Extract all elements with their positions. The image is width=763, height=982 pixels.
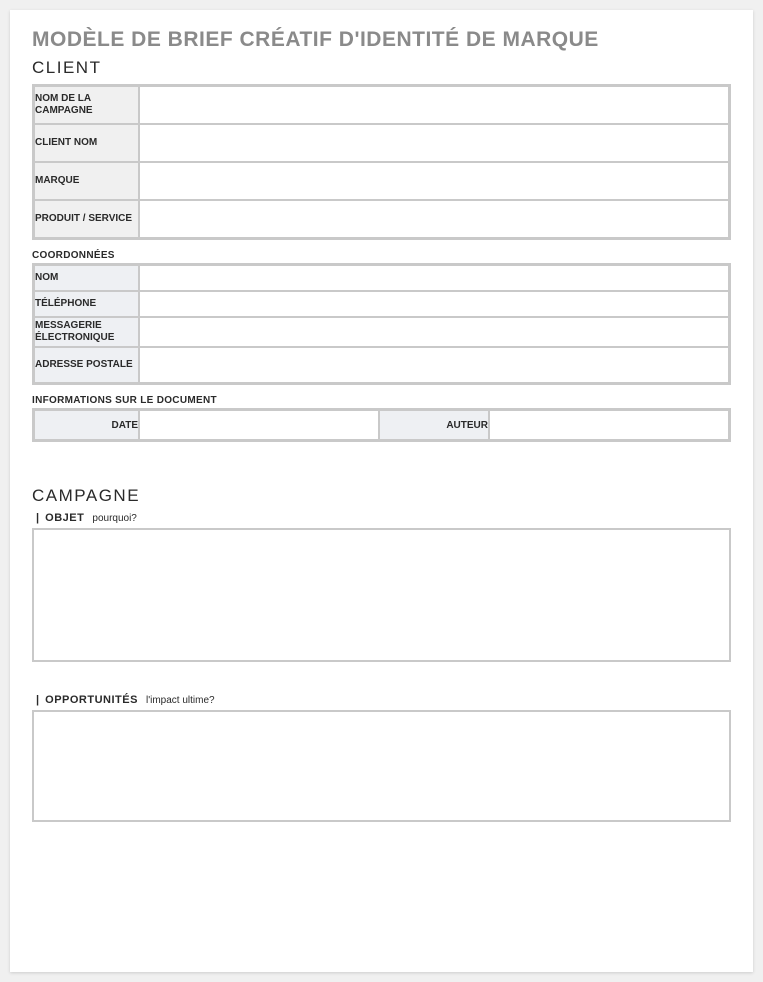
object-prompt: | OBJET pourquoi? (32, 512, 731, 524)
contact-postal-input[interactable] (140, 348, 728, 382)
prompt-bar: | (36, 512, 39, 524)
opportunities-prompt: | OPPORTUNITÉS l'impact ultime? (32, 694, 731, 706)
object-textarea[interactable] (34, 530, 729, 660)
object-hint: pourquoi? (92, 513, 136, 524)
contact-email-label: MESSAGERIE ÉLECTRONIQUE (34, 317, 139, 347)
contact-name-input[interactable] (140, 266, 728, 290)
contact-phone-label: TÉLÉPHONE (34, 291, 139, 317)
docinfo-section-title: INFORMATIONS SUR LE DOCUMENT (32, 395, 731, 406)
document-page: MODÈLE DE BRIEF CRÉATIF D'IDENTITÉ DE MA… (10, 10, 753, 972)
prompt-bar: | (36, 694, 39, 706)
contact-phone-input[interactable] (140, 292, 728, 316)
product-service-label: PRODUIT / SERVICE (34, 200, 139, 238)
table-row: CLIENT NOM (34, 124, 729, 162)
object-label: OBJET (45, 512, 84, 524)
table-row: DATE AUTEUR (34, 410, 729, 440)
product-service-input[interactable] (140, 201, 728, 237)
contact-postal-label: ADRESSE POSTALE (34, 347, 139, 383)
client-name-label: CLIENT NOM (34, 124, 139, 162)
table-row: TÉLÉPHONE (34, 291, 729, 317)
contact-section-title: COORDONNÉES (32, 250, 731, 261)
opportunities-hint: l'impact ultime? (146, 695, 215, 706)
opportunities-box (32, 710, 731, 822)
section-campaign-title: CAMPAGNE (32, 486, 731, 506)
table-row: MESSAGERIE ÉLECTRONIQUE (34, 317, 729, 347)
table-row: MARQUE (34, 162, 729, 200)
object-box (32, 528, 731, 662)
campaign-name-label: NOM DE LA CAMPAGNE (34, 86, 139, 124)
date-input[interactable] (140, 411, 378, 439)
docinfo-table: DATE AUTEUR (32, 408, 731, 442)
contact-name-label: NOM (34, 265, 139, 291)
campaign-name-input[interactable] (140, 87, 728, 123)
client-table: NOM DE LA CAMPAGNE CLIENT NOM MARQUE PRO… (32, 84, 731, 240)
author-label: AUTEUR (379, 410, 489, 440)
brand-label: MARQUE (34, 162, 139, 200)
contact-table: NOM TÉLÉPHONE MESSAGERIE ÉLECTRONIQUE AD… (32, 263, 731, 385)
client-name-input[interactable] (140, 125, 728, 161)
brand-input[interactable] (140, 163, 728, 199)
table-row: ADRESSE POSTALE (34, 347, 729, 383)
document-title: MODÈLE DE BRIEF CRÉATIF D'IDENTITÉ DE MA… (32, 28, 731, 52)
table-row: NOM (34, 265, 729, 291)
author-input[interactable] (490, 411, 728, 439)
date-label: DATE (34, 410, 139, 440)
table-row: NOM DE LA CAMPAGNE (34, 86, 729, 124)
table-row: PRODUIT / SERVICE (34, 200, 729, 238)
opportunities-textarea[interactable] (34, 712, 729, 820)
opportunities-label: OPPORTUNITÉS (45, 694, 138, 706)
section-client-title: CLIENT (32, 58, 731, 78)
contact-email-input[interactable] (140, 318, 728, 346)
